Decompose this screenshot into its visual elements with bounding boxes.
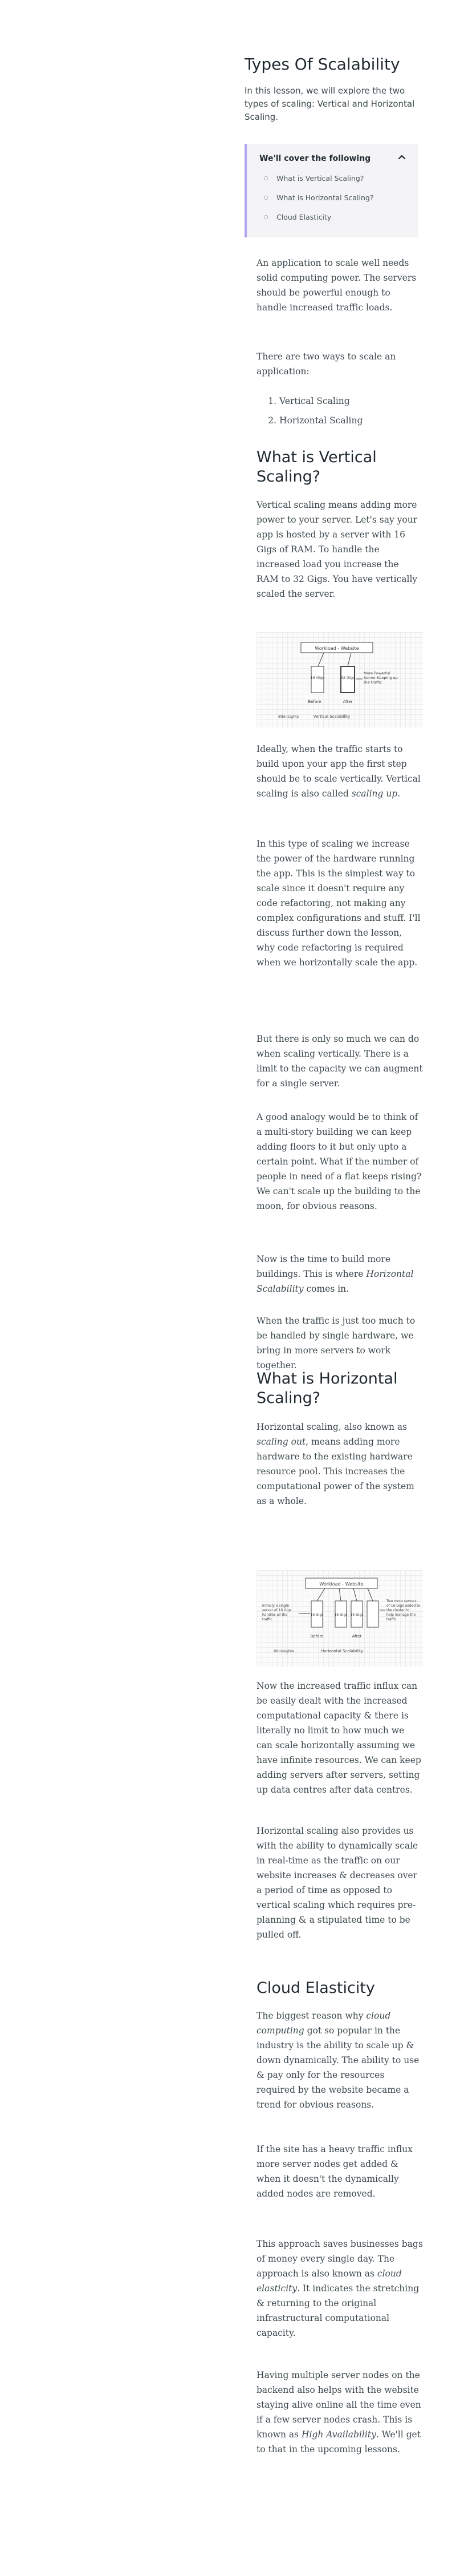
chevron-up-icon[interactable] — [397, 152, 407, 163]
horizontal-scalability-diagram: Workload - Website Initially a single ser… — [256, 1570, 423, 1667]
paragraph: Horizontal scaling also provides us with… — [256, 1826, 418, 1940]
brand-mark: 8thinsights — [278, 714, 299, 719]
list-item: Vertical Scaling — [279, 391, 422, 411]
diagram-note: Initially a single server of 16 Gigs handl… — [262, 1604, 291, 1621]
diagram-caption: Horizontal Scalability — [321, 1649, 363, 1653]
heading-vertical-scaling: What is Vertical Scaling? — [256, 448, 377, 486]
paragraph: In this type of scaling we increase the … — [256, 839, 421, 968]
heading-horizontal-scaling: What is Horizontal Scaling? — [256, 1370, 398, 1407]
diagram-label: 16 Gigs — [311, 676, 325, 680]
paragraph: An application to scale well needs solid… — [256, 258, 417, 313]
diagram-label: Before — [311, 1634, 324, 1639]
paragraph: Now the increased traffic influx can be … — [256, 1681, 421, 1795]
diagram-caption: Vertical Scalability — [314, 714, 350, 719]
diagram-label: 32 Gigs — [341, 676, 355, 680]
paragraph: Having multiple server nodes on the back… — [256, 2370, 421, 2454]
diagram-label: 16 Gigs — [335, 1613, 348, 1617]
toc-list: What is Vertical Scaling? What is Horizo… — [264, 172, 373, 230]
toc-item-horizontal-scaling[interactable]: What is Horizontal Scaling? — [264, 191, 373, 211]
diagram-label: Before — [308, 699, 321, 704]
toc-heading: We'll cover the following — [259, 154, 371, 163]
paragraph: When the traffic is just too much to be … — [256, 1316, 416, 1370]
diagram-label: Workload - Website — [319, 1582, 363, 1587]
diagram-label: After — [352, 1634, 362, 1639]
paragraph: Horizontal scaling, also known as scalin… — [256, 1422, 414, 1506]
list-item: Horizontal Scaling — [279, 411, 422, 430]
diagram-label: Workload - Website — [315, 646, 359, 651]
lesson-title: Types Of Scalability — [245, 55, 400, 74]
diagram-note: Two more servers of 16 Gigs added to the c… — [386, 1599, 420, 1621]
paragraph: There are two ways to scale an applicati… — [256, 351, 396, 377]
vertical-scalability-diagram: Workload - Website 16 Gigs 32 Gigs More … — [256, 632, 423, 728]
heading-cloud-elasticity: Cloud Elasticity — [256, 1979, 375, 1997]
paragraph: Ideally, when the traffic starts to buil… — [256, 744, 421, 799]
toc-item-cloud-elasticity[interactable]: Cloud Elasticity — [264, 211, 373, 230]
toc-item-vertical-scaling[interactable]: What is Vertical Scaling? — [264, 172, 373, 191]
paragraph: A good analogy would be to think of a mu… — [256, 1112, 422, 1211]
paragraph: If the site has a heavy traffic influx m… — [256, 2144, 413, 2199]
diagram-note: More Powerful Server Keeping up the traffi… — [364, 671, 398, 685]
diagram-label: After — [343, 699, 353, 704]
diagram-label: 16 Gigs — [311, 1613, 324, 1617]
paragraph: This approach saves businesses bags of m… — [256, 2239, 423, 2338]
paragraph: Vertical scaling means adding more power… — [256, 500, 418, 599]
brand-mark: 8thinsights — [274, 1649, 295, 1653]
table-of-contents: We'll cover the following What is Vertic… — [245, 144, 418, 237]
lesson-intro: In this lesson, we will explore the two … — [245, 86, 415, 122]
paragraph: The biggest reason why cloud computing g… — [256, 2011, 420, 2110]
paragraph: But there is only so much we can do when… — [256, 1034, 423, 1089]
diagram-label: 16 Gigs — [351, 1613, 364, 1617]
scaling-types-list: Vertical Scaling Horizontal Scaling — [256, 391, 422, 430]
paragraph: Now is the time to build more buildings.… — [256, 1254, 414, 1294]
